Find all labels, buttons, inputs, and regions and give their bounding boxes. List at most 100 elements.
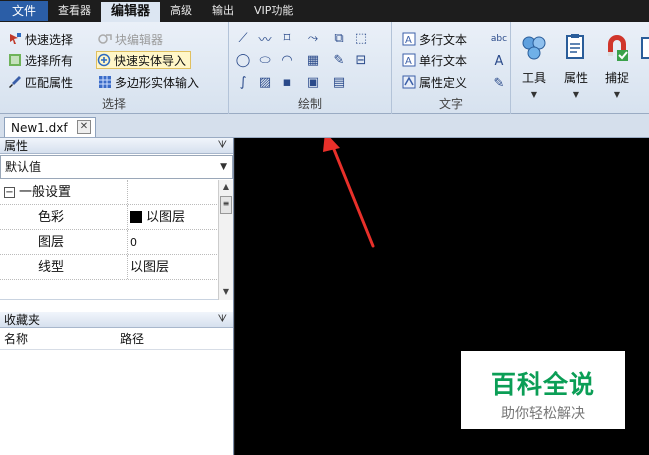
- property-row-linetype[interactable]: 线型 以图层: [0, 255, 233, 280]
- document-tab-bar: New1.dxf ✕: [0, 114, 649, 138]
- tools-button[interactable]: 工具 ▼: [514, 28, 554, 108]
- property-name: 图层: [0, 230, 128, 254]
- mtext-label: 多行文本: [419, 32, 468, 47]
- tools-label: 工具: [521, 71, 546, 85]
- chevron-down-icon: ▼: [530, 90, 538, 99]
- menu-file[interactable]: 文件: [0, 1, 49, 21]
- menu-vip[interactable]: VIP功能: [244, 0, 303, 22]
- quick-entity-import-label: 快速实体导入: [114, 53, 187, 68]
- polyline-icon[interactable]: 〰: [257, 30, 273, 48]
- scroll-down-icon[interactable]: ▼: [219, 287, 233, 296]
- text-button[interactable]: A 单行文本: [402, 51, 467, 69]
- properties-button[interactable]: 属性 ▼: [556, 28, 596, 108]
- draw-group-label: 绘制: [297, 97, 322, 111]
- quick-select-button[interactable]: 快速选择: [8, 30, 73, 48]
- circle-icon[interactable]: ◯: [235, 52, 251, 68]
- text-group-label: 文字: [438, 97, 463, 111]
- chevron-down-icon: ▼: [613, 90, 621, 99]
- chevron-down-icon: ▼: [220, 162, 227, 172]
- tools-icon: [522, 36, 546, 60]
- block-editor-button[interactable]: 块编辑器: [98, 30, 163, 48]
- menu-output[interactable]: 输出: [202, 0, 244, 22]
- attribute-icon: [402, 75, 416, 89]
- menu-viewer[interactable]: 查看器: [48, 0, 101, 22]
- fill-icon[interactable]: ▨: [257, 74, 273, 90]
- rectangle-icon[interactable]: ⌑: [279, 30, 295, 46]
- properties-panel: 属性 ᗐ 默认值 ▼ − 一般设置 色彩 以图层 图层 0 线型 以图层 ▲ ≡: [0, 138, 234, 455]
- properties-icon: [566, 34, 584, 59]
- favorites-header: 名称 路径: [0, 328, 233, 350]
- curve-icon[interactable]: ∫: [235, 74, 251, 90]
- pin-icon[interactable]: ᗐ: [218, 312, 227, 328]
- brush-icon: [9, 76, 21, 88]
- ellipse-icon[interactable]: ⬭: [257, 52, 273, 68]
- menu-editor[interactable]: 编辑器: [101, 2, 161, 22]
- properties-label: 属性: [563, 71, 588, 85]
- more-button-clipped[interactable]: [638, 28, 649, 108]
- favorites-column-path[interactable]: 路径: [116, 328, 144, 349]
- pin-icon[interactable]: ᗐ: [218, 138, 227, 154]
- property-grid: − 一般设置 色彩 以图层 图层 0 线型 以图层 ▲ ≡ ▼: [0, 180, 233, 300]
- mtext-icon: A: [402, 32, 416, 46]
- image-icon[interactable]: ▣: [305, 74, 321, 90]
- property-section-row[interactable]: − 一般设置: [0, 180, 233, 205]
- svg-text:A: A: [405, 56, 412, 67]
- hatch-icon[interactable]: ▦: [305, 52, 321, 68]
- text-style-icon[interactable]: abc: [491, 31, 507, 47]
- match-properties-label: 匹配属性: [25, 75, 74, 90]
- quick-entity-import-button[interactable]: 快速实体导入: [96, 51, 192, 69]
- select-all-button[interactable]: 选择所有: [8, 51, 73, 69]
- arc-icon[interactable]: ◠: [279, 52, 295, 68]
- pen-icon[interactable]: ✎: [331, 52, 347, 68]
- text-icon: A: [402, 53, 416, 67]
- text-edit-icon[interactable]: A: [491, 53, 507, 69]
- collapse-icon[interactable]: −: [4, 186, 15, 198]
- watermark: 百科全说 助你轻松解决: [461, 351, 625, 429]
- polygon-entity-input-label: 多边形实体输入: [115, 75, 200, 90]
- line-icon[interactable]: ⟋: [235, 30, 251, 46]
- scroll-thumb[interactable]: ≡: [220, 196, 232, 214]
- quick-select-label: 快速选择: [25, 32, 74, 47]
- snap-label: 捕捉: [604, 71, 629, 85]
- properties-combo[interactable]: 默认值 ▼: [0, 155, 233, 179]
- document-tab[interactable]: New1.dxf ✕: [4, 117, 96, 137]
- favorites-panel-title: 收藏夹 ᗐ: [0, 312, 233, 328]
- snap-button[interactable]: 捕捉 ▼: [597, 28, 637, 108]
- plus-icon: [97, 53, 111, 67]
- attribute-definition-button[interactable]: 属性定义: [402, 73, 467, 91]
- region-icon[interactable]: ⬚: [353, 30, 369, 46]
- property-value: 以图层: [146, 209, 186, 225]
- text-find-icon[interactable]: ✎: [491, 75, 507, 91]
- close-icon[interactable]: ✕: [77, 120, 91, 134]
- property-section: − 一般设置: [0, 180, 128, 204]
- menu-advanced[interactable]: 高级: [160, 0, 202, 22]
- property-section-label: 一般设置: [19, 184, 72, 200]
- favorites-column-name[interactable]: 名称: [0, 328, 116, 349]
- property-row-color[interactable]: 色彩 以图层: [0, 205, 233, 230]
- select-group-label: 选择: [101, 97, 126, 111]
- property-scrollbar[interactable]: ▲ ≡ ▼: [218, 180, 233, 300]
- ribbon: 快速选择 选择所有 匹配属性 块编辑器 快速实体导入 多边形实体输入 选择 ⟋ …: [0, 22, 649, 114]
- block-editor-label: 块编辑器: [115, 32, 164, 47]
- grid-icon: [99, 76, 111, 88]
- color-swatch: [130, 211, 142, 223]
- watermark-logo: 百科全说: [490, 370, 595, 399]
- polygon-entity-input-button[interactable]: 多边形实体输入: [98, 73, 199, 91]
- property-row-layer[interactable]: 图层 0: [0, 230, 233, 255]
- match-properties-button[interactable]: 匹配属性: [8, 73, 73, 91]
- scroll-up-icon[interactable]: ▲: [219, 180, 233, 194]
- chevron-down-icon: ▼: [572, 90, 580, 99]
- favorites-title: 收藏夹: [4, 313, 41, 327]
- copy-icon[interactable]: ⧉: [331, 30, 347, 46]
- table-icon[interactable]: ▤: [331, 74, 347, 90]
- dimension-icon[interactable]: ⊟: [353, 52, 369, 68]
- mtext-button[interactable]: A 多行文本: [402, 30, 467, 48]
- document-tab-label: New1.dxf: [11, 120, 68, 135]
- select-all-icon: [9, 54, 21, 66]
- text-label: 单行文本: [419, 53, 468, 68]
- point-icon[interactable]: ▪: [279, 74, 295, 90]
- watermark-subtitle: 助你轻松解决: [501, 406, 585, 422]
- select-all-label: 选择所有: [25, 53, 74, 68]
- spline-icon[interactable]: ⤳: [305, 30, 321, 46]
- more-icon: [641, 37, 649, 59]
